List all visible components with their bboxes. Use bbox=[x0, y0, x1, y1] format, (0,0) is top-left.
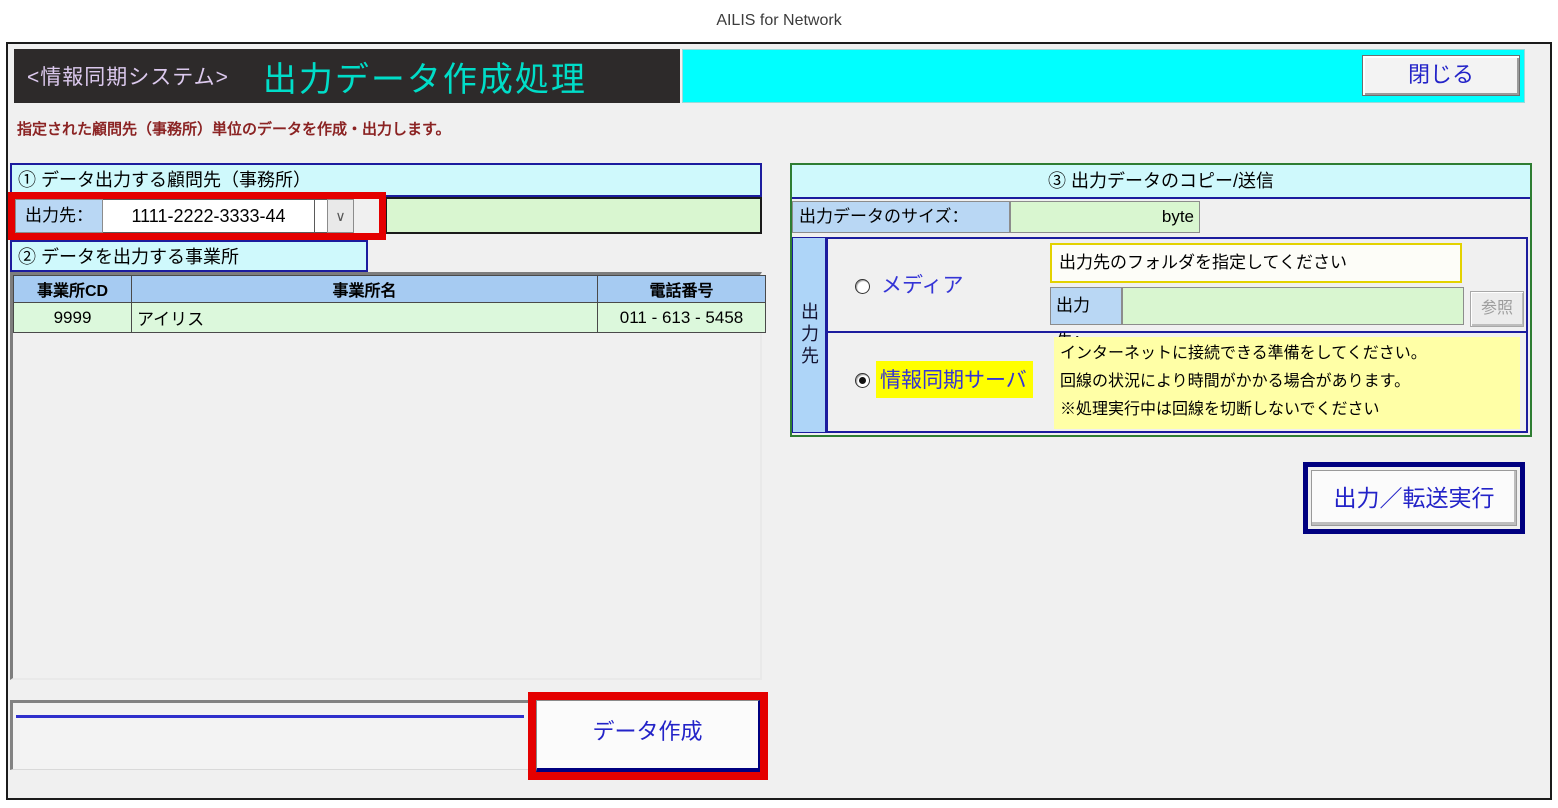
chevron-down-icon[interactable]: ∨ bbox=[327, 199, 354, 233]
cell-business-phone: 011 - 613 - 5458 bbox=[598, 303, 766, 333]
create-data-button[interactable]: データ作成 bbox=[536, 700, 760, 772]
server-note-line1: インターネットに接続できる準備をしてください。 bbox=[1060, 340, 1514, 368]
server-note-line2: 回線の状況により時間がかかる場合があります。 bbox=[1060, 368, 1514, 396]
system-name-label: <情報同期システム> bbox=[27, 61, 229, 91]
media-dest-input[interactable] bbox=[1122, 287, 1464, 325]
screen-description: 指定された顧問先（事務所）単位のデータを作成・出力します。 bbox=[17, 118, 451, 139]
server-note-line3: ※処理実行中は回線を切断しないでください bbox=[1060, 396, 1514, 424]
close-button[interactable]: 閉じる bbox=[1362, 55, 1520, 96]
column-header-name: 事業所名 bbox=[132, 276, 598, 303]
dest-combo-highlight: 出力先： 1111-2222-3333-44 ∨ bbox=[8, 192, 386, 240]
table-header-row: 事業所CD 事業所名 電話番号 bbox=[14, 276, 766, 303]
dest-display-field bbox=[386, 197, 762, 234]
folder-hint-box: 出力先のフォルダを指定してください bbox=[1050, 243, 1462, 283]
progress-bar bbox=[16, 715, 524, 718]
media-radio-label[interactable]: メディア bbox=[881, 269, 964, 299]
business-table: 事業所CD 事業所名 電話番号 9999 アイリス 011 - 613 - 54… bbox=[13, 275, 766, 333]
media-option-row: メディア 出力先のフォルダを指定してください 出力先： 参照 bbox=[828, 239, 1526, 333]
app-title: AILIS for Network bbox=[0, 12, 1558, 30]
media-radio[interactable] bbox=[855, 279, 870, 294]
dest-combobox[interactable]: 1111-2222-3333-44 bbox=[103, 199, 315, 233]
server-info-box: インターネットに接続できる準備をしてください。 回線の状況により時間がかかる場合… bbox=[1054, 337, 1520, 429]
server-radio[interactable] bbox=[855, 373, 870, 388]
execute-button-frame: 出力／転送実行 bbox=[1303, 462, 1525, 534]
main-window: <情報同期システム> 出力データ作成処理 閉じる 指定された顧問先（事務所）単位… bbox=[6, 42, 1552, 800]
media-dest-label: 出力先： bbox=[1050, 287, 1122, 325]
column-header-phone: 電話番号 bbox=[598, 276, 766, 303]
section2-heading: ② データを出力する事業所 bbox=[10, 240, 368, 272]
business-list[interactable]: 事業所CD 事業所名 電話番号 9999 アイリス 011 - 613 - 54… bbox=[10, 272, 762, 680]
dest-label: 出力先： bbox=[15, 199, 103, 233]
output-size-unit: byte bbox=[1162, 207, 1194, 226]
browse-button[interactable]: 参照 bbox=[1470, 291, 1524, 327]
cell-business-code: 9999 bbox=[14, 303, 132, 333]
output-size-field: byte bbox=[1010, 201, 1200, 233]
screen-title: 出力データ作成処理 bbox=[263, 52, 587, 101]
server-radio-label[interactable]: 情報同期サーバ bbox=[876, 361, 1033, 398]
combo-spacer bbox=[315, 199, 327, 233]
table-row[interactable]: 9999 アイリス 011 - 613 - 5458 bbox=[14, 303, 766, 333]
column-header-code: 事業所CD bbox=[14, 276, 132, 303]
server-option-row: 情報同期サーバ インターネットに接続できる準備をしてください。 回線の状況により… bbox=[828, 335, 1526, 431]
section3-panel: ③ 出力データのコピー/送信 出力データのサイズ： byte 出力先 メディア … bbox=[790, 163, 1532, 437]
cell-business-name: アイリス bbox=[132, 303, 598, 333]
dest-options-box: メディア 出力先のフォルダを指定してください 出力先： 参照 情報同期サーバ イ… bbox=[826, 237, 1528, 433]
section3-heading: ③ 出力データのコピー/送信 bbox=[792, 165, 1530, 199]
progress-area bbox=[10, 700, 532, 770]
execute-transfer-button[interactable]: 出力／転送実行 bbox=[1311, 470, 1517, 526]
dest-group-label: 出力先 bbox=[792, 237, 826, 433]
title-bar: <情報同期システム> 出力データ作成処理 bbox=[14, 49, 680, 103]
output-size-label: 出力データのサイズ： bbox=[792, 201, 1010, 233]
create-button-highlight: データ作成 bbox=[528, 692, 768, 780]
